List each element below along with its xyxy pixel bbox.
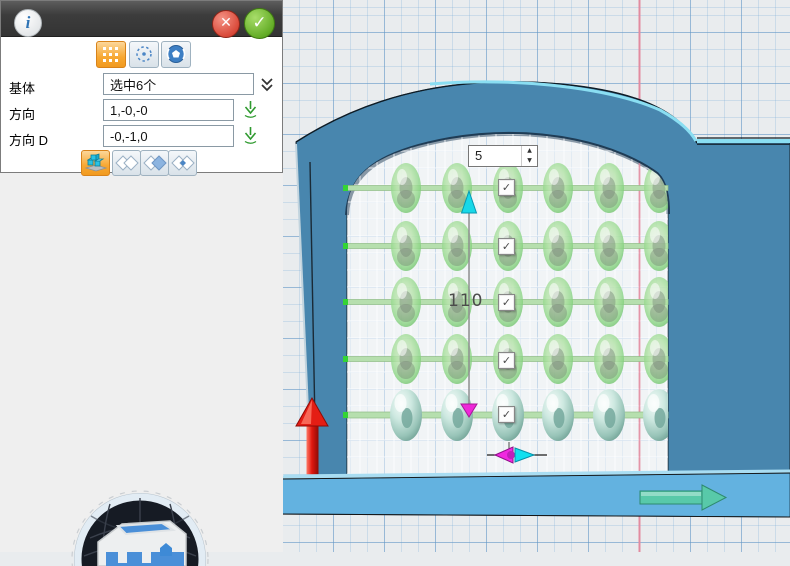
sphere-pattern-icon xyxy=(166,44,186,64)
tab-linear-pattern[interactable] xyxy=(96,41,126,68)
view-navigation-ball[interactable] xyxy=(58,486,222,566)
confirm-button[interactable]: ✓ xyxy=(244,8,275,39)
spinner-down-icon[interactable]: ▼ xyxy=(522,156,537,166)
pick-direction-d-icon[interactable] xyxy=(242,125,259,144)
diamond-center-dot-icon xyxy=(171,153,195,174)
row-checkbox-1[interactable]: ✓ xyxy=(498,179,515,196)
info-icon[interactable]: i xyxy=(14,9,42,37)
circular-pattern-icon xyxy=(134,44,154,64)
left-panel xyxy=(0,173,283,552)
dialog-title-bar[interactable]: i ✕ ✓ xyxy=(1,1,282,37)
boxes-3d-icon xyxy=(84,153,108,174)
field-label-direction: 方向 xyxy=(9,104,35,123)
row-checkbox-3[interactable]: ✓ xyxy=(498,294,515,311)
base-entities-input[interactable] xyxy=(103,73,254,95)
chevron-double-down-icon[interactable] xyxy=(259,77,275,93)
tab-circular-pattern[interactable] xyxy=(129,41,159,68)
pattern-dialog: i ✕ ✓ 基体 方向 方向 D xyxy=(0,0,283,173)
direction-d-input[interactable] xyxy=(103,125,234,147)
spinner-up-icon[interactable]: ▲ xyxy=(522,146,537,156)
row-checkbox-5[interactable]: ✓ xyxy=(498,406,515,423)
pattern-count-spinner[interactable]: 5 ▲ ▼ xyxy=(468,145,538,167)
diamond-filled-icon xyxy=(143,153,167,174)
variant-diamonds-plain-button[interactable] xyxy=(112,150,141,176)
variant-diamond-filled-button[interactable] xyxy=(140,150,169,176)
row-checkbox-4[interactable]: ✓ xyxy=(498,352,515,369)
dimension-value: 110 xyxy=(448,291,483,311)
field-label-direction-d: 方向 D xyxy=(9,130,48,149)
spinner-value[interactable]: 5 xyxy=(469,146,521,166)
variant-solid-boxes-button[interactable] xyxy=(81,150,110,176)
tab-point-pattern[interactable] xyxy=(161,41,191,68)
two-diamonds-icon xyxy=(115,153,139,174)
pick-direction-icon[interactable] xyxy=(242,99,259,118)
row-checkbox-2[interactable]: ✓ xyxy=(498,238,515,255)
direction-input[interactable] xyxy=(103,99,234,121)
handle-joint[interactable] xyxy=(507,451,515,459)
field-label-base: 基体 xyxy=(9,78,35,97)
linear-pattern-icon xyxy=(101,44,121,64)
variant-diamond-center-button[interactable] xyxy=(168,150,197,176)
cancel-button[interactable]: ✕ xyxy=(212,10,240,38)
